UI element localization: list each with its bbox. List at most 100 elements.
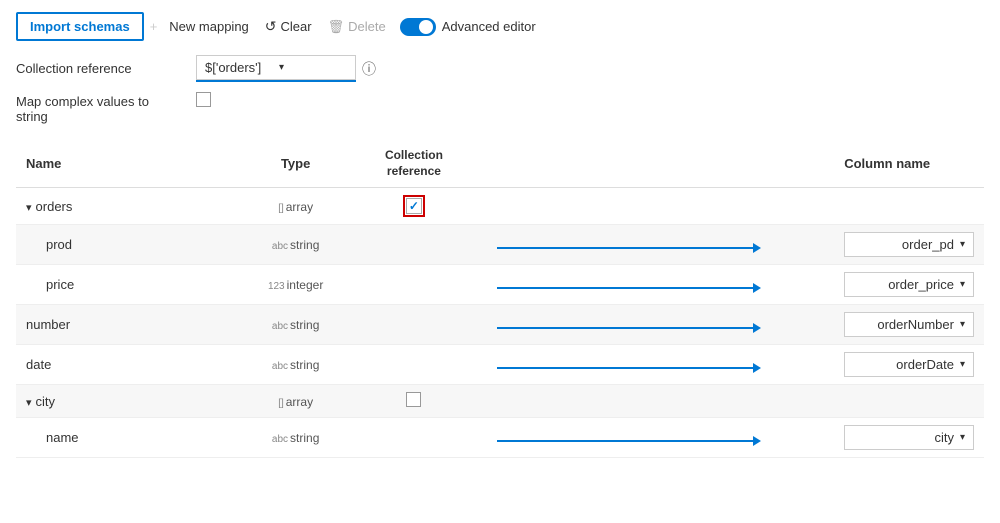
column-chevron-icon: ▾ [960, 432, 965, 443]
mapping-arrow [497, 243, 761, 253]
toggle-thumb [419, 20, 433, 34]
cell-type-orders: []array [231, 188, 360, 225]
row-name: orders [36, 199, 73, 214]
cell-arrow-name [468, 418, 791, 458]
mapping-arrow [497, 283, 761, 293]
cell-ref-orders: ✓ [360, 188, 468, 225]
type-prefix-icon: abc [272, 321, 288, 332]
type-prefix-icon: 123 [268, 281, 285, 292]
cell-type-number: abcstring [231, 305, 360, 345]
cell-ref-name [360, 418, 468, 458]
cell-type-city: []array [231, 385, 360, 418]
cell-ref-price [360, 265, 468, 305]
column-name-value: city [853, 430, 954, 445]
column-chevron-icon: ▾ [960, 359, 965, 370]
collection-reference-select-wrap[interactable]: $['orders'] ▾ [196, 55, 356, 82]
arrow-line [497, 247, 753, 249]
new-mapping-button[interactable]: New mapping [163, 14, 255, 39]
type-prefix-icon: abc [272, 241, 288, 252]
cell-ref-date [360, 345, 468, 385]
refresh-icon: ↺ [265, 18, 277, 35]
row-name: number [26, 317, 70, 332]
cell-ref-city [360, 385, 468, 418]
table-row: number abcstring orderNumber▾ [16, 305, 984, 345]
cell-column-name-date: orderDate ▾ [790, 345, 984, 385]
cell-arrow-orders [468, 188, 791, 225]
map-complex-row: Map complex values to string [16, 92, 984, 124]
check-mark-icon: ✓ [409, 199, 419, 213]
col-header-arrow [468, 140, 791, 188]
column-name-dropdown[interactable]: city ▾ [844, 425, 974, 450]
cell-type-name: abcstring [231, 418, 360, 458]
arrow-line [497, 287, 753, 289]
row-name: price [46, 277, 74, 292]
collection-reference-row: Collection reference $['orders'] ▾ ⓘ [16, 55, 984, 82]
arrowhead-icon [753, 436, 761, 446]
type-label: string [290, 238, 319, 252]
column-chevron-icon: ▾ [960, 239, 965, 250]
column-name-value: orderNumber [853, 317, 954, 332]
cell-name-date: date [16, 345, 231, 385]
arrowhead-icon [753, 323, 761, 333]
info-icon[interactable]: ⓘ [362, 59, 376, 79]
table-row: ▾ orders []array ✓ [16, 188, 984, 225]
column-name-dropdown[interactable]: orderNumber▾ [844, 312, 974, 337]
cell-name-name: name [16, 418, 231, 458]
type-label: string [290, 358, 319, 372]
cell-arrow-price [468, 265, 791, 305]
cell-column-name-city [790, 385, 984, 418]
delete-button[interactable]: 🗑 Delete [322, 14, 392, 40]
arrowhead-icon [753, 283, 761, 293]
cell-arrow-city [468, 385, 791, 418]
chevron-down-icon: ▾ [279, 62, 347, 73]
cell-name-city: ▾city [16, 385, 231, 418]
table-row: prodabcstringorder_pd▾ [16, 225, 984, 265]
table-row: ▾city[]array [16, 385, 984, 418]
type-prefix-icon: [] [278, 398, 284, 409]
cell-column-name-orders [790, 188, 984, 225]
mapping-table: Name Type Collection reference Column na… [16, 140, 984, 458]
cell-arrow-date [468, 345, 791, 385]
column-name-value: order_price [853, 277, 954, 292]
cell-type-prod: abcstring [231, 225, 360, 265]
col-header-collection-ref: Collection reference [360, 140, 468, 188]
type-label: array [286, 200, 313, 214]
map-complex-checkbox[interactable] [196, 92, 211, 107]
mapping-arrow [497, 436, 761, 446]
clear-button[interactable]: ↺ Clear [259, 13, 318, 40]
cell-type-price: 123integer [231, 265, 360, 305]
separator-1: + [150, 19, 158, 34]
row-name: name [46, 430, 79, 445]
advanced-editor-toggle[interactable] [400, 18, 436, 36]
column-name-value: orderDate [853, 357, 954, 372]
type-label: string [290, 318, 319, 332]
mapping-arrow [497, 323, 761, 333]
cell-name-number: number [16, 305, 231, 345]
collection-ref-checkbox-checked[interactable]: ✓ [406, 198, 422, 214]
delete-icon: 🗑 [328, 19, 345, 35]
type-label: integer [287, 278, 324, 292]
map-complex-label: Map complex values to string [16, 92, 196, 124]
arrow-line [497, 327, 753, 329]
table-row: price 123integer order_price ▾ [16, 265, 984, 305]
import-schemas-button[interactable]: Import schemas [16, 12, 144, 41]
arrowhead-icon [753, 363, 761, 373]
cell-name-price: price [16, 265, 231, 305]
column-name-dropdown[interactable]: order_price ▾ [844, 272, 974, 297]
collection-ref-checkbox-unchecked[interactable] [406, 392, 421, 407]
type-label: array [286, 395, 313, 409]
advanced-editor-label: Advanced editor [442, 19, 536, 34]
table-row: name abcstring city ▾ [16, 418, 984, 458]
col-header-name: Name [16, 140, 231, 188]
column-name-dropdown[interactable]: orderDate ▾ [844, 352, 974, 377]
cell-name-orders: ▾ orders [16, 188, 231, 225]
cell-column-name-prod: order_pd▾ [790, 225, 984, 265]
advanced-editor-toggle-wrap[interactable]: Advanced editor [400, 18, 536, 36]
expand-icon[interactable]: ▾ [26, 397, 32, 409]
column-name-dropdown[interactable]: order_pd▾ [844, 232, 974, 257]
checkbox-checked-wrap[interactable]: ✓ [403, 195, 425, 217]
column-chevron-icon: ▾ [960, 279, 965, 290]
expand-icon[interactable]: ▾ [26, 202, 32, 214]
collection-reference-dropdown[interactable]: $['orders'] ▾ [196, 55, 356, 80]
type-label: string [290, 431, 319, 445]
